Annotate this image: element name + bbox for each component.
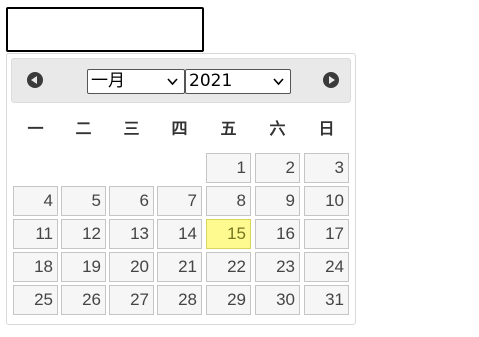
- weekday-header: 一二三四五六日: [11, 112, 354, 146]
- day-cell[interactable]: 2: [255, 153, 300, 183]
- day-cell[interactable]: 9: [255, 186, 300, 216]
- chevron-down-icon: [167, 78, 178, 86]
- datepicker-header: 一月 2021: [11, 58, 351, 103]
- date-input[interactable]: [6, 7, 204, 52]
- day-cell[interactable]: 25: [13, 285, 58, 315]
- day-cell[interactable]: 17: [304, 219, 349, 249]
- day-cell[interactable]: 6: [109, 186, 154, 216]
- year-select-value: 2021: [189, 71, 233, 91]
- day-cell[interactable]: 18: [13, 252, 58, 282]
- day-cell[interactable]: 23: [255, 252, 300, 282]
- day-cell[interactable]: 31: [304, 285, 349, 315]
- day-cell[interactable]: 27: [109, 285, 154, 315]
- weekday-label: 二: [75, 119, 92, 138]
- day-cell[interactable]: 29: [206, 285, 251, 315]
- day-cell[interactable]: 10: [304, 186, 349, 216]
- day-cell[interactable]: 11: [13, 219, 58, 249]
- day-cell[interactable]: 13: [109, 219, 154, 249]
- day-cell-today[interactable]: 15: [206, 219, 251, 249]
- weekday-label: 六: [269, 119, 286, 138]
- day-cell[interactable]: 14: [157, 219, 202, 249]
- day-cell[interactable]: 26: [61, 285, 106, 315]
- weekday-label: 五: [220, 119, 237, 138]
- month-select-value: 一月: [91, 71, 125, 91]
- day-cell[interactable]: 30: [255, 285, 300, 315]
- day-cell[interactable]: 12: [61, 219, 106, 249]
- weekday-label: 一: [27, 119, 44, 138]
- chevron-down-icon: [273, 78, 284, 86]
- datepicker: 一月 2021 一二三四五六日 1 2 3 4 5 6 7 8 9 10 11 12 13 14 15 16 1…: [6, 53, 356, 325]
- prev-month-icon[interactable]: [27, 72, 43, 88]
- day-cell[interactable]: 19: [61, 252, 106, 282]
- day-cell[interactable]: 22: [206, 252, 251, 282]
- month-select[interactable]: 一月: [87, 69, 185, 94]
- day-cell[interactable]: 21: [157, 252, 202, 282]
- day-cell[interactable]: 8: [206, 186, 251, 216]
- day-cell[interactable]: 16: [255, 219, 300, 249]
- day-cell[interactable]: 5: [61, 186, 106, 216]
- weekday-label: 四: [171, 119, 188, 138]
- day-cell[interactable]: 7: [157, 186, 202, 216]
- weekday-label: 日: [318, 119, 335, 138]
- weekday-label: 三: [123, 119, 140, 138]
- day-cell[interactable]: 4: [13, 186, 58, 216]
- day-cell[interactable]: 1: [206, 153, 251, 183]
- day-cell[interactable]: 24: [304, 252, 349, 282]
- year-select[interactable]: 2021: [185, 69, 291, 94]
- day-cell[interactable]: 28: [157, 285, 202, 315]
- day-cell[interactable]: 20: [109, 252, 154, 282]
- next-month-icon[interactable]: [323, 72, 339, 88]
- day-cell[interactable]: 3: [304, 153, 349, 183]
